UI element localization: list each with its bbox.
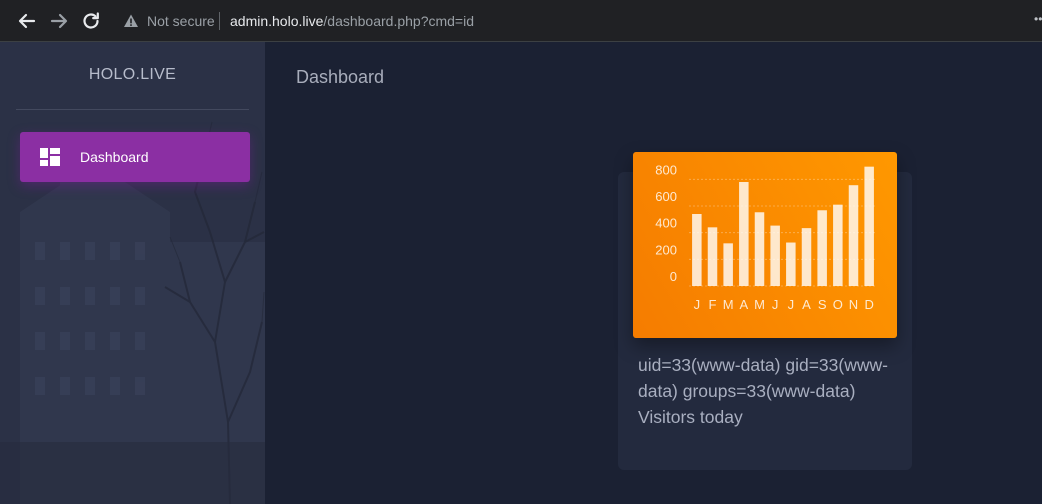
url-path: /dashboard.php?cmd=id (323, 13, 474, 29)
chart-x-tick-label: J (772, 297, 779, 312)
chart-y-tick-label: 800 (655, 162, 677, 177)
reload-icon[interactable] (80, 10, 102, 32)
chart-bar (770, 225, 780, 286)
chart-y-tick-label: 600 (655, 189, 677, 204)
visitors-card: 0 200 400 600 800 J F M A M J J A S O N D uid=33(www-dat… (618, 152, 912, 470)
chart-bar (692, 214, 702, 286)
browser-toolbar: Not secure admin.holo.live/dashboard.php… (0, 0, 1042, 42)
brand-logo-text[interactable]: HOLO.LIVE (0, 66, 265, 84)
main-content: Dashboard 0 200 400 600 800 J F M A M J J A S O N D uid=… (265, 42, 1042, 504)
chart-bar (864, 166, 874, 286)
dashboard-icon (40, 148, 60, 166)
chart-bar (754, 212, 765, 286)
address-bar-url[interactable]: admin.holo.live/dashboard.php?cmd=id (230, 12, 474, 30)
chart-bar (817, 210, 827, 286)
overflow-icon[interactable]: •• (1034, 12, 1042, 26)
chart-x-tick-label: S (818, 297, 827, 312)
chart-bar (707, 227, 718, 286)
url-host: admin.holo.live (230, 13, 324, 29)
chart-x-tick-label: F (709, 297, 717, 312)
command-output-text: uid=33(www-data) gid=33(www-data) groups… (638, 355, 888, 427)
chart-x-tick-label: M (723, 297, 734, 312)
chart-x-tick-label: N (849, 297, 858, 312)
chart-x-tick-label: M (754, 297, 765, 312)
chart-bar (848, 185, 859, 286)
sidebar-item-label: Dashboard (80, 149, 149, 165)
chart-x-tick-label: A (802, 297, 811, 312)
page-title: Dashboard (296, 67, 385, 87)
sidebar: HOLO.LIVE Dashboard (0, 42, 265, 504)
bar-chart-svg: 0200400600800J F M A M J J A S O N D (655, 162, 877, 312)
chart-x-tick-label: J (788, 297, 795, 312)
sidebar-background-image (0, 42, 265, 504)
chart-bar (786, 242, 796, 286)
warning-triangle-icon[interactable] (123, 13, 139, 29)
chart-x-tick-label: D (864, 297, 873, 312)
sidebar-item-dashboard[interactable]: Dashboard (20, 132, 250, 182)
chart-x-tick-label: J (694, 297, 701, 312)
chart-bar (833, 204, 843, 286)
address-bar-divider (219, 12, 220, 30)
back-arrow-icon[interactable] (16, 10, 38, 32)
chart-bar (739, 182, 749, 286)
chart-bar (723, 243, 733, 286)
chart-x-tick-label: A (739, 297, 748, 312)
chart-y-tick-label: 400 (655, 216, 677, 231)
security-status-label[interactable]: Not secure (147, 12, 215, 30)
forward-arrow-icon[interactable] (48, 10, 70, 32)
sidebar-divider (16, 109, 249, 110)
chart-y-tick-label: 0 (670, 269, 677, 284)
visitors-chart: 0 200 400 600 800 J F M A M J J A S O N D (633, 152, 897, 338)
chart-bar (801, 228, 812, 286)
chart-x-tick-label: O (833, 297, 843, 312)
chart-y-tick-label: 200 (655, 242, 677, 257)
